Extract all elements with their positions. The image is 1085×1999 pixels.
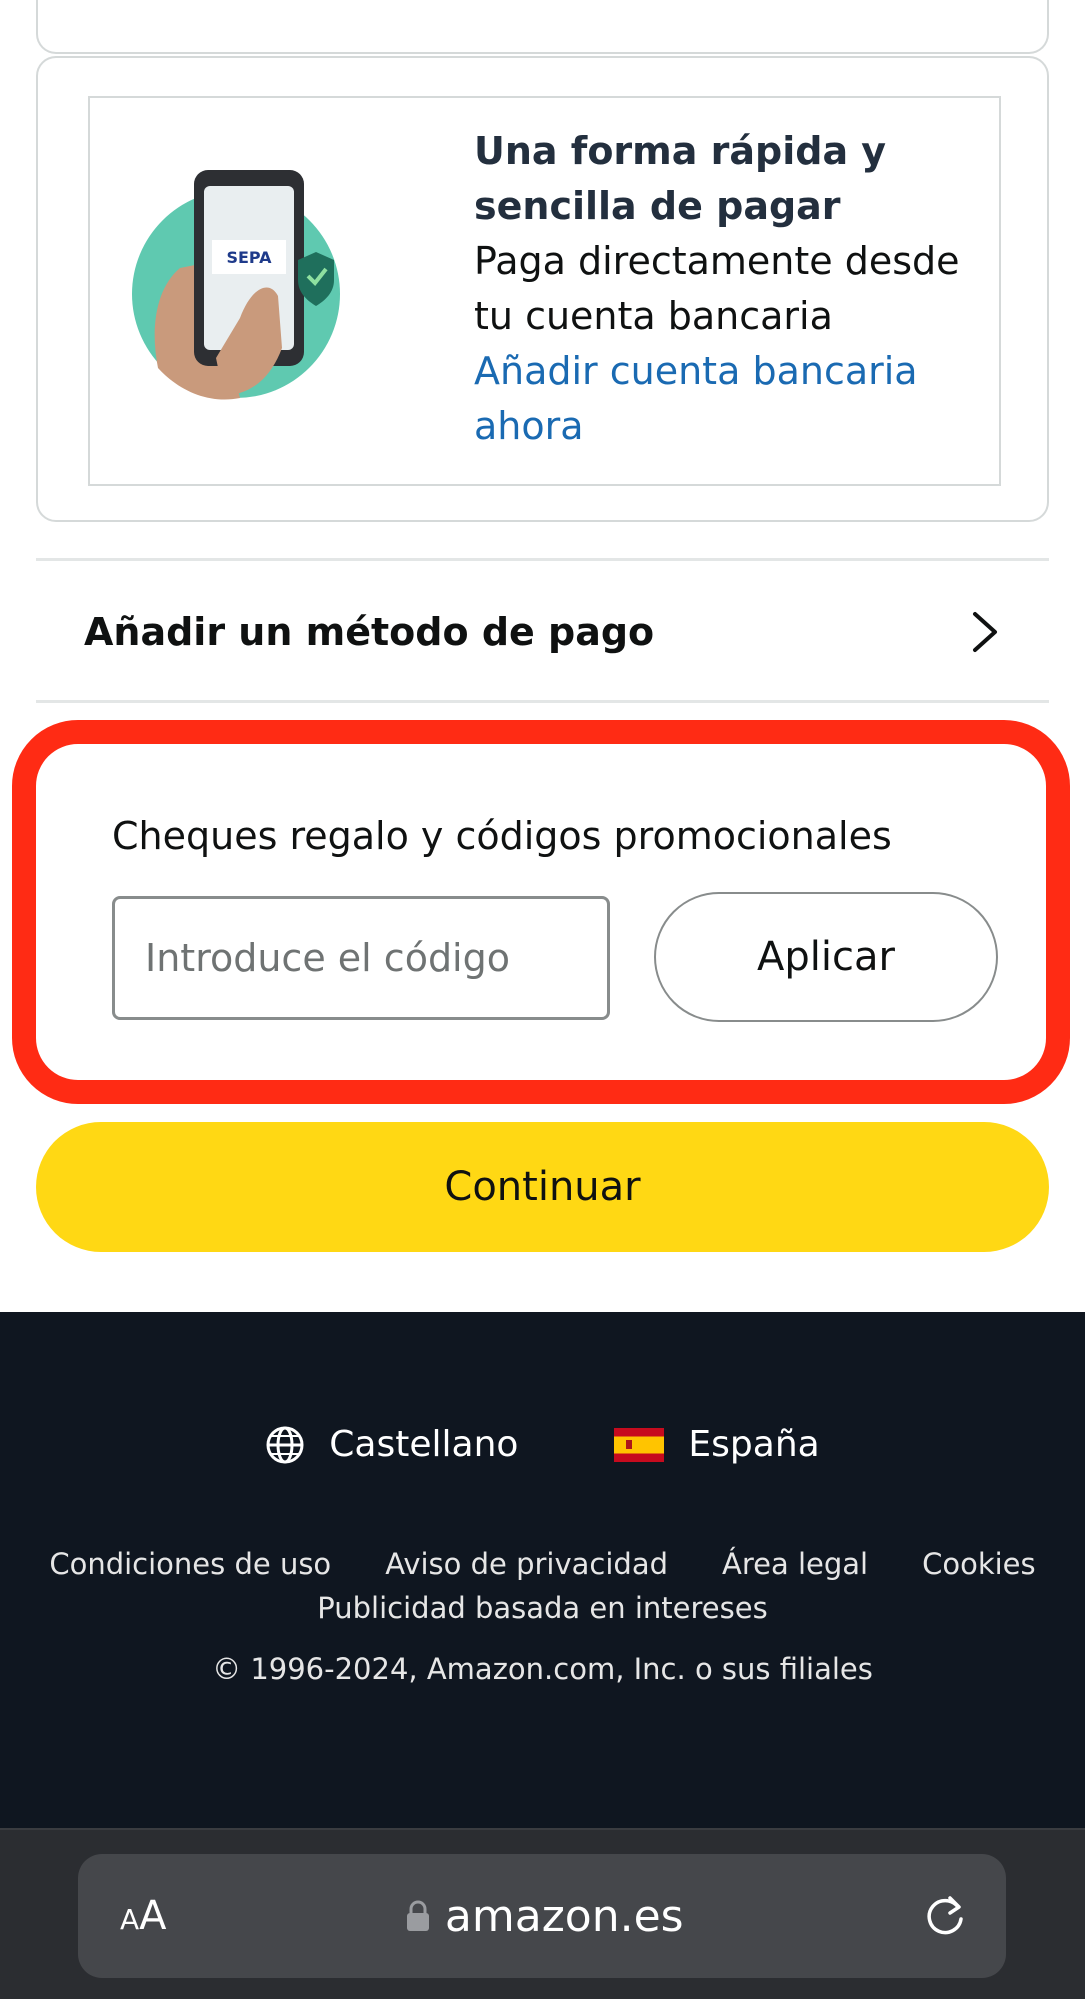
promo-title: Cheques regalo y códigos promocionales — [112, 814, 892, 858]
sepa-banner[interactable]: SEPA Una forma rápida y sencilla de paga… — [88, 96, 1001, 486]
sepa-description: Paga directamente desde tu cuenta bancar… — [474, 239, 960, 338]
chevron-right-icon — [973, 612, 997, 652]
divider — [36, 558, 1049, 561]
apply-button[interactable]: Aplicar — [654, 892, 998, 1022]
language-selector[interactable]: Castellano — [265, 1424, 518, 1465]
legal-link[interactable]: Área legal — [722, 1542, 868, 1586]
svg-text:SEPA: SEPA — [226, 248, 272, 267]
url-field[interactable]: AA amazon.es — [78, 1854, 1006, 1978]
privacy-link[interactable]: Aviso de privacidad — [385, 1542, 668, 1586]
country-selector[interactable]: España — [614, 1424, 820, 1465]
footer-links: Condiciones de uso Aviso de privacidad Á… — [0, 1542, 1085, 1630]
country-label: España — [688, 1424, 820, 1465]
promo-code-section: Cheques regalo y códigos promocionales A… — [12, 720, 1070, 1104]
copyright: © 1996-2024, Amazon.com, Inc. o sus fili… — [212, 1652, 873, 1686]
terms-link[interactable]: Condiciones de uso — [49, 1542, 331, 1586]
add-bank-account-link[interactable]: Añadir cuenta bancaria ahora — [474, 344, 984, 454]
sepa-title: Una forma rápida y sencilla de pagar — [474, 129, 887, 228]
footer: Castellano España Condiciones de uso Avi… — [0, 1312, 1085, 1828]
promo-code-input[interactable] — [112, 896, 610, 1020]
sepa-phone-illustration: SEPA — [132, 170, 340, 400]
reload-icon[interactable] — [922, 1893, 968, 1939]
spain-flag-icon — [614, 1427, 665, 1462]
add-payment-method-label: Añadir un método de pago — [84, 610, 655, 654]
add-payment-method-row[interactable]: Añadir un método de pago — [36, 562, 1049, 702]
interest-ads-link[interactable]: Publicidad basada en intereses — [0, 1586, 1085, 1630]
browser-address-bar: AA amazon.es — [0, 1828, 1085, 1999]
url-text: amazon.es — [444, 1890, 684, 1942]
divider — [36, 700, 1049, 703]
locale-row: Castellano España — [0, 1424, 1085, 1465]
cookies-link[interactable]: Cookies — [922, 1542, 1036, 1586]
previous-card-bottom — [36, 0, 1049, 54]
sepa-card: SEPA Una forma rápida y sencilla de paga… — [36, 56, 1049, 522]
globe-icon — [266, 1426, 304, 1463]
text-size-button[interactable]: AA — [120, 1893, 167, 1939]
continue-button[interactable]: Continuar — [36, 1122, 1049, 1252]
language-label: Castellano — [329, 1424, 519, 1465]
lock-icon — [406, 1900, 429, 1931]
